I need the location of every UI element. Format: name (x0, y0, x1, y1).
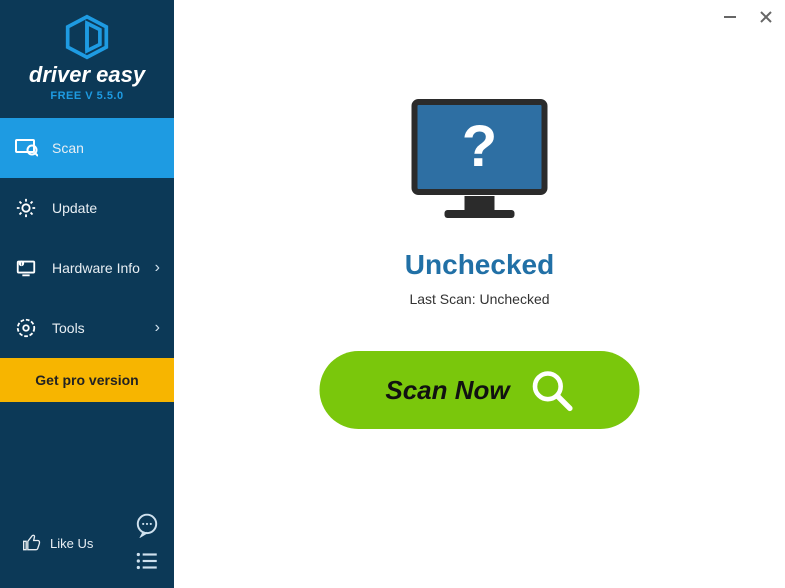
sidebar-item-scan[interactable]: Scan (0, 118, 174, 178)
feedback-button[interactable] (134, 512, 160, 538)
hardware-icon: i (14, 256, 38, 280)
minimize-icon (722, 9, 738, 25)
close-icon (758, 9, 774, 25)
magnifier-icon (530, 368, 574, 412)
last-scan-label: Last Scan: Unchecked (174, 291, 785, 307)
sidebar-item-label: Hardware Info (52, 260, 140, 276)
monitor-question-icon: ? (405, 96, 555, 226)
sidebar-item-hardware-info[interactable]: i Hardware Info › (0, 238, 174, 298)
main-panel: ? Unchecked Last Scan: Unchecked Scan No… (174, 0, 785, 588)
scan-now-button[interactable]: Scan Now (320, 351, 640, 429)
sidebar-bottom: Like Us (0, 500, 174, 588)
sidebar-item-label: Tools (52, 320, 85, 336)
status-title: Unchecked (174, 249, 785, 281)
app-logo-icon (64, 14, 110, 60)
menu-button[interactable] (134, 548, 160, 574)
logo-block: driver easy FREE V 5.5.0 (0, 0, 174, 108)
thumbs-up-icon (22, 533, 42, 553)
sidebar-bottom-icons (134, 512, 160, 574)
sidebar-item-label: Scan (52, 140, 84, 156)
chevron-right-icon: › (155, 259, 160, 277)
brand-version: FREE V 5.5.0 (0, 90, 174, 102)
brand-name: driver easy (0, 62, 174, 88)
sidebar: driver easy FREE V 5.5.0 Scan Update i (0, 0, 174, 588)
chevron-right-icon: › (155, 319, 160, 337)
close-button[interactable] (757, 8, 775, 26)
minimize-button[interactable] (721, 8, 739, 26)
speech-bubble-icon (134, 512, 160, 538)
window-controls (721, 8, 775, 26)
sidebar-item-label: Update (52, 200, 97, 216)
app-window: driver easy FREE V 5.5.0 Scan Update i (0, 0, 785, 588)
svg-text:i: i (21, 262, 22, 267)
like-us-label: Like Us (50, 536, 93, 551)
gear-icon (14, 196, 38, 220)
list-menu-icon (134, 548, 160, 574)
svg-text:?: ? (462, 114, 497, 179)
scan-now-label: Scan Now (385, 375, 509, 406)
like-us-button[interactable]: Like Us (22, 533, 93, 553)
sidebar-item-tools[interactable]: Tools › (0, 298, 174, 358)
sidebar-item-update[interactable]: Update (0, 178, 174, 238)
sidebar-nav: Scan Update i Hardware Info › Tools (0, 118, 174, 358)
tools-icon (14, 316, 38, 340)
get-pro-label: Get pro version (35, 372, 138, 388)
scan-icon (14, 136, 38, 160)
get-pro-button[interactable]: Get pro version (0, 358, 174, 402)
status-area: ? Unchecked Last Scan: Unchecked Scan No… (174, 96, 785, 429)
